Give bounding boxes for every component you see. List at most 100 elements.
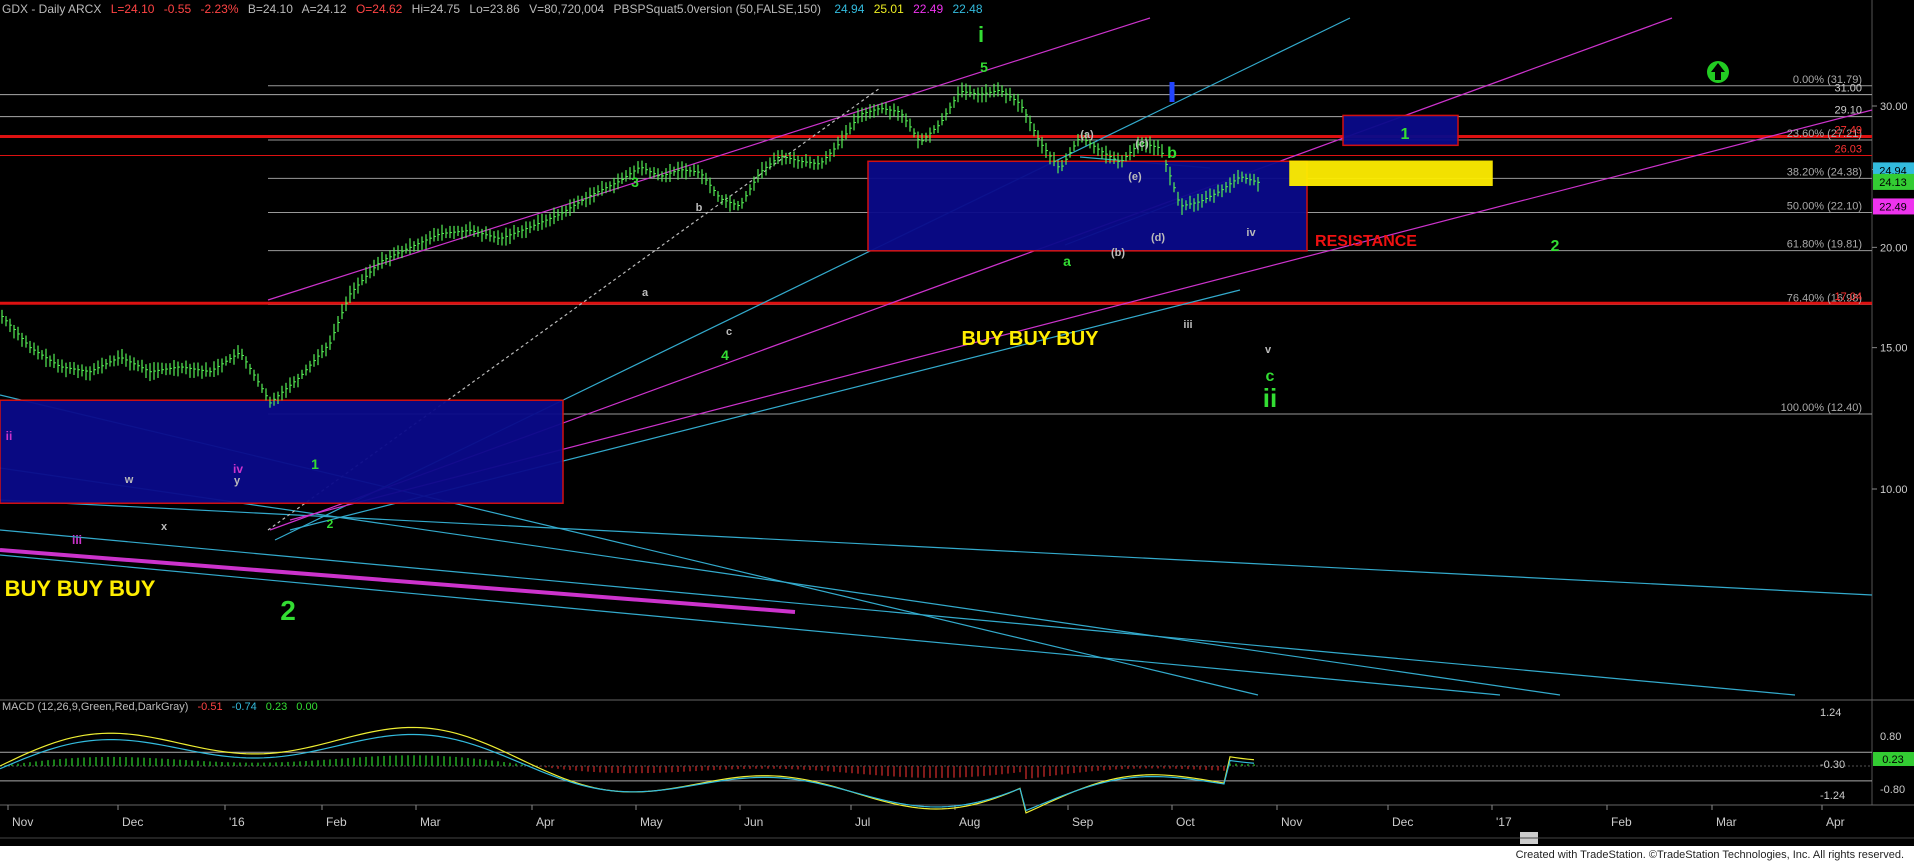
wave-label: x (161, 521, 168, 533)
time-tick-label: Apr (536, 815, 555, 829)
wave-label: iv (1246, 227, 1256, 239)
header-open: O=24.62 (356, 2, 403, 16)
zone-box (0, 399, 564, 504)
wave-label: (e) (1128, 171, 1142, 183)
macd-tick-label: -1.24 (1820, 790, 1845, 802)
time-tick-label: Apr (1826, 815, 1845, 829)
wave-label: 3 (631, 174, 639, 190)
macd-v1: -0.51 (198, 701, 223, 713)
wave-label: 2 (280, 595, 296, 626)
header-low: Lo=23.86 (469, 2, 520, 16)
time-tick-label: Nov (1281, 815, 1302, 829)
time-tick-label: Feb (1611, 815, 1632, 829)
wave-label: 2 (1551, 238, 1560, 255)
level-label: 26.03 (1834, 143, 1862, 155)
footer: Created with TradeStation. ©TradeStation… (0, 846, 1914, 866)
macd-tick-label: 0.80 (1880, 731, 1901, 743)
level-label: 17.04 (1834, 291, 1862, 303)
wave-label: ii (1263, 383, 1277, 413)
macd-badge-label: 0.23 (1882, 754, 1903, 766)
wave-label: (b) (1111, 247, 1125, 259)
wave-label: w (124, 474, 134, 486)
wave-label: (c) (1135, 138, 1149, 150)
wave-label: b (696, 202, 703, 214)
header-study: PBSPSquat5.0version (50,FALSE,150) (614, 2, 821, 16)
zone-label: BUY BUY BUY (5, 576, 156, 601)
header-volume: V=80,720,004 (529, 2, 604, 16)
wave-label: (a) (1080, 129, 1094, 141)
wave-label: ii (6, 429, 13, 443)
time-tick-label: Aug (959, 815, 980, 829)
level-label: 27.49 (1834, 124, 1862, 136)
level-label: 29.10 (1834, 105, 1862, 117)
level-label: 31.00 (1834, 83, 1862, 95)
macd-v4: 0.00 (296, 701, 317, 713)
time-tick-label: Jul (855, 815, 870, 829)
wave-label: 1 (311, 456, 319, 472)
price-badge-label: 24.13 (1879, 177, 1907, 189)
time-tick-label: Dec (122, 815, 143, 829)
price-tick-label: 10.00 (1880, 484, 1908, 496)
header-high: Hi=24.75 (412, 2, 461, 16)
wave-label: y (234, 475, 241, 487)
header-val1: 24.94 (834, 2, 864, 16)
time-tick-label: Sep (1072, 815, 1094, 829)
up-arrow-icon (1707, 61, 1729, 83)
time-tick-label: '16 (229, 815, 245, 829)
macd-tick-label: 1.24 (1820, 707, 1841, 719)
wave-label: iv (233, 462, 243, 476)
zone-label: BUY BUY BUY (961, 328, 1099, 350)
footer-credit: Created with TradeStation. ©TradeStation… (1515, 849, 1904, 861)
wave-label: 4 (721, 347, 729, 363)
time-tick-label: Dec (1392, 815, 1413, 829)
price-tick-label: 15.00 (1880, 343, 1908, 355)
wave-label: 1 (1401, 126, 1410, 143)
wave-label: i (978, 22, 984, 47)
chart-canvas: GDX - Daily ARCX L=24.10 -0.55 -2.23% B=… (0, 0, 1914, 846)
wave-label: a (642, 287, 649, 299)
price-badge-label: 22.49 (1879, 201, 1907, 213)
zone-label: RESISTANCE (1315, 233, 1417, 250)
header-val4: 22.48 (952, 2, 982, 16)
wave-label: b (1167, 145, 1177, 162)
macd-header: MACD (12,26,9,Green,Red,DarkGray) -0.51 … (2, 701, 318, 713)
header-bid: B=24.10 (248, 2, 293, 16)
wave-label: iii (72, 533, 82, 547)
zone-box (867, 160, 1308, 252)
time-tick-label: Mar (1716, 815, 1737, 829)
macd-tick-label: -0.30 (1820, 759, 1845, 771)
header-val2: 25.01 (874, 2, 904, 16)
time-tick-label: Oct (1176, 815, 1195, 829)
time-tick-label: Nov (12, 815, 33, 829)
price-tick-label: 20.00 (1880, 242, 1908, 254)
fib-label: 100.00% (12.40) (1781, 402, 1862, 414)
time-tick-label: Feb (326, 815, 347, 829)
chart-header: GDX - Daily ARCX L=24.10 -0.55 -2.23% B=… (2, 2, 983, 16)
wave-label: a (1063, 253, 1071, 269)
fib-label: 50.00% (22.10) (1787, 201, 1862, 213)
wave-label: v (1265, 344, 1272, 356)
header-pct: -2.23% (200, 2, 238, 16)
time-tick-label: Mar (420, 815, 441, 829)
header-ask: A=24.12 (302, 2, 347, 16)
header-symbol: GDX - Daily ARCX (2, 2, 101, 16)
wave-label: 5 (980, 59, 988, 75)
time-tick-label: '17 (1496, 815, 1512, 829)
header-last: L=24.10 (111, 2, 155, 16)
time-tick-label: Jun (744, 815, 763, 829)
header-change: -0.55 (164, 2, 192, 16)
header-val3: 22.49 (913, 2, 943, 16)
zone-box (1289, 160, 1493, 186)
fib-label: 38.20% (24.38) (1787, 166, 1862, 178)
macd-label: MACD (12,26,9,Green,Red,DarkGray) (2, 701, 188, 713)
time-tick-label: May (640, 815, 663, 829)
wave-label: c (726, 326, 732, 338)
price-tick-label: 30.00 (1880, 101, 1908, 113)
macd-v3: 0.23 (266, 701, 287, 713)
wave-label: 2 (327, 517, 334, 531)
wave-label: iii (1183, 319, 1192, 331)
fib-label: 61.80% (19.81) (1787, 239, 1862, 251)
macd-v2: -0.74 (232, 701, 257, 713)
wave-label: (d) (1151, 232, 1165, 244)
macd-tick-label: -0.80 (1880, 784, 1905, 796)
